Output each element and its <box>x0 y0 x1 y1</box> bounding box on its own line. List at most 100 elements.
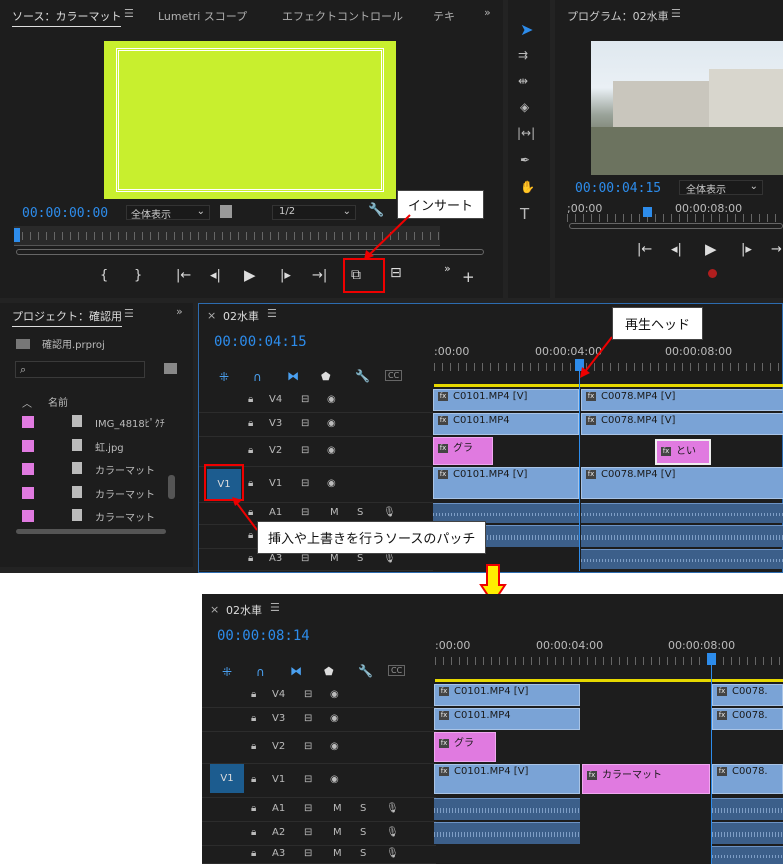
project-overflow-icon[interactable]: » <box>176 305 183 318</box>
source-playhead[interactable] <box>14 228 20 242</box>
timeline-close-icon[interactable]: × <box>207 309 216 322</box>
timeline-wrench-icon[interactable]: 🔧 <box>358 664 373 678</box>
captions-icon[interactable]: CC <box>385 370 403 381</box>
snap-icon[interactable]: ⁜ <box>222 665 232 679</box>
timeline-ruler[interactable] <box>435 657 783 665</box>
timeline-ruler[interactable] <box>434 363 783 371</box>
sync-lock-icon[interactable]: ⊟ <box>301 394 309 405</box>
mute-button[interactable]: M <box>333 803 342 814</box>
microphone-icon[interactable]: 🎙︎ <box>386 803 399 814</box>
eye-icon[interactable]: ◉ <box>327 478 336 489</box>
audio-clip-a2-a[interactable] <box>434 822 580 844</box>
hand-icon[interactable]: ✋ <box>520 180 535 194</box>
clip-v3-b[interactable]: fx C0078.MP4 [V] <box>581 413 783 435</box>
audio-clip-a1-b[interactable] <box>581 503 783 523</box>
list-item[interactable]: カラーマット <box>0 483 165 503</box>
more-buttons-icon[interactable]: » <box>444 262 451 275</box>
clip-v1-colormatte[interactable]: fx カラーマット <box>582 764 710 794</box>
microphone-icon[interactable]: 🎙︎ <box>386 827 399 838</box>
marker-icon[interactable]: ⬟ <box>324 665 334 678</box>
source-zoom-select[interactable]: 全体表示 ⌄ <box>126 205 210 221</box>
audio-clip-a3-b[interactable] <box>712 846 783 864</box>
list-item[interactable]: 虹.jpg <box>0 436 165 456</box>
lock-icon[interactable]: 🔒︎ <box>251 741 256 752</box>
tab-effect-controls[interactable]: エフェクトコントロール <box>282 8 403 24</box>
clip-v4-b[interactable]: fx C0078.MP4 [V] <box>581 389 783 411</box>
sync-lock-icon[interactable]: ⊟ <box>301 445 309 456</box>
sync-lock-icon[interactable]: ⊟ <box>304 774 312 785</box>
program-step-forward-button[interactable]: |▸ <box>741 242 752 257</box>
mark-out-button[interactable]: } <box>134 268 142 283</box>
sync-lock-icon[interactable]: ⊟ <box>301 418 309 429</box>
program-step-back-button[interactable]: ◂| <box>671 242 682 257</box>
goto-in-button[interactable]: |← <box>176 268 191 283</box>
track-header-a2[interactable]: 🔒︎ A2 ⊟ M S 🎙︎ <box>202 822 436 846</box>
source-scrollbar[interactable] <box>16 249 484 255</box>
microphone-icon[interactable]: 🎙︎ <box>386 848 399 859</box>
program-timecode[interactable]: 00:00:04:15 <box>575 181 661 196</box>
tab-text[interactable]: テキ <box>433 8 455 24</box>
track-header-v2[interactable]: 🔒︎ V2 ⊟ ◉ <box>202 732 436 764</box>
solo-button[interactable]: S <box>360 803 366 814</box>
magnet-icon[interactable]: ∩ <box>253 370 262 384</box>
settings-icon[interactable] <box>220 205 232 218</box>
clip-v1-b[interactable]: fx C0078. <box>712 764 783 794</box>
program-ruler[interactable] <box>567 214 783 222</box>
program-play-button[interactable]: ▶ <box>705 240 717 258</box>
sort-icon[interactable]: ︿ <box>22 395 32 410</box>
new-bin-icon[interactable] <box>164 363 177 374</box>
eye-icon[interactable]: ◉ <box>330 713 339 724</box>
lock-icon[interactable]: 🔒︎ <box>248 445 253 456</box>
lock-icon[interactable]: 🔒︎ <box>248 507 253 518</box>
eye-icon[interactable]: ◉ <box>330 741 339 752</box>
audio-clip-a1-a[interactable] <box>433 503 579 523</box>
work-area-bar[interactable] <box>434 384 783 387</box>
record-icon[interactable] <box>708 269 717 278</box>
marker-icon[interactable]: ⬟ <box>321 370 331 383</box>
project-hscroll[interactable] <box>16 529 166 534</box>
program-menu-icon[interactable]: ☰ <box>671 7 681 20</box>
track-header-v4[interactable]: 🔒︎ V4 ⊟ ◉ <box>202 684 436 708</box>
clip-v1-b[interactable]: fx C0078.MP4 [V] <box>581 467 783 499</box>
clip-v3-a[interactable]: fx C0101.MP4 <box>434 708 580 730</box>
program-playhead[interactable] <box>643 207 652 217</box>
lock-icon[interactable]: 🔒︎ <box>248 394 253 405</box>
timeline-wrench-icon[interactable]: 🔧 <box>355 369 370 383</box>
timeline-tab[interactable]: 02水車 <box>226 602 262 618</box>
track-header-a3[interactable]: 🔒︎ A3 ⊟ M S 🎙︎ <box>202 846 436 864</box>
sync-lock-icon[interactable]: ⊟ <box>304 689 312 700</box>
magnet-icon[interactable]: ∩ <box>256 665 265 679</box>
track-header-v4[interactable]: 🔒︎ V4 ⊟ ◉ <box>199 389 433 413</box>
source-ruler[interactable] <box>14 226 440 246</box>
lock-icon[interactable]: 🔒︎ <box>248 553 253 564</box>
mute-button[interactable]: M <box>330 553 339 564</box>
clip-v2-b[interactable]: fx とい <box>655 439 711 465</box>
timeline-timecode[interactable]: 00:00:08:14 <box>217 628 310 644</box>
lock-icon[interactable]: 🔒︎ <box>248 530 253 541</box>
track-header-a1[interactable]: 🔒︎ A1 ⊟ M S 🎙︎ <box>202 798 436 822</box>
resolution-select[interactable]: 1/2 ⌄ <box>272 205 356 220</box>
lock-icon[interactable]: 🔒︎ <box>251 774 256 785</box>
clip-v2-a[interactable]: fx グラ <box>433 437 493 465</box>
pen-icon[interactable]: ✒ <box>520 153 530 167</box>
clip-v4-a[interactable]: fx C0101.MP4 [V] <box>434 684 580 706</box>
eye-icon[interactable]: ◉ <box>330 774 339 785</box>
overflow-icon[interactable]: » <box>484 6 491 19</box>
captions-icon[interactable]: CC <box>388 665 406 676</box>
lock-icon[interactable]: 🔒︎ <box>251 827 256 838</box>
list-item[interactable]: カラーマット <box>0 459 165 479</box>
mute-button[interactable]: M <box>333 848 342 859</box>
project-menu-icon[interactable]: ☰ <box>124 307 134 320</box>
selection-tool-icon[interactable]: ➤ <box>520 20 533 39</box>
step-forward-button[interactable]: |▸ <box>280 268 291 283</box>
program-scrollbar[interactable] <box>569 223 783 229</box>
mute-button[interactable]: M <box>330 507 339 518</box>
audio-clip-a1-b[interactable] <box>712 798 783 820</box>
lock-icon[interactable]: 🔒︎ <box>251 689 256 700</box>
audio-clip-a3-b[interactable] <box>581 549 783 569</box>
work-area-bar[interactable] <box>435 679 783 682</box>
solo-button[interactable]: S <box>360 848 366 859</box>
track-select-icon[interactable]: ⇉ <box>518 48 528 62</box>
microphone-icon[interactable]: 🎙︎ <box>383 507 396 518</box>
goto-out-button[interactable]: →| <box>312 268 327 283</box>
